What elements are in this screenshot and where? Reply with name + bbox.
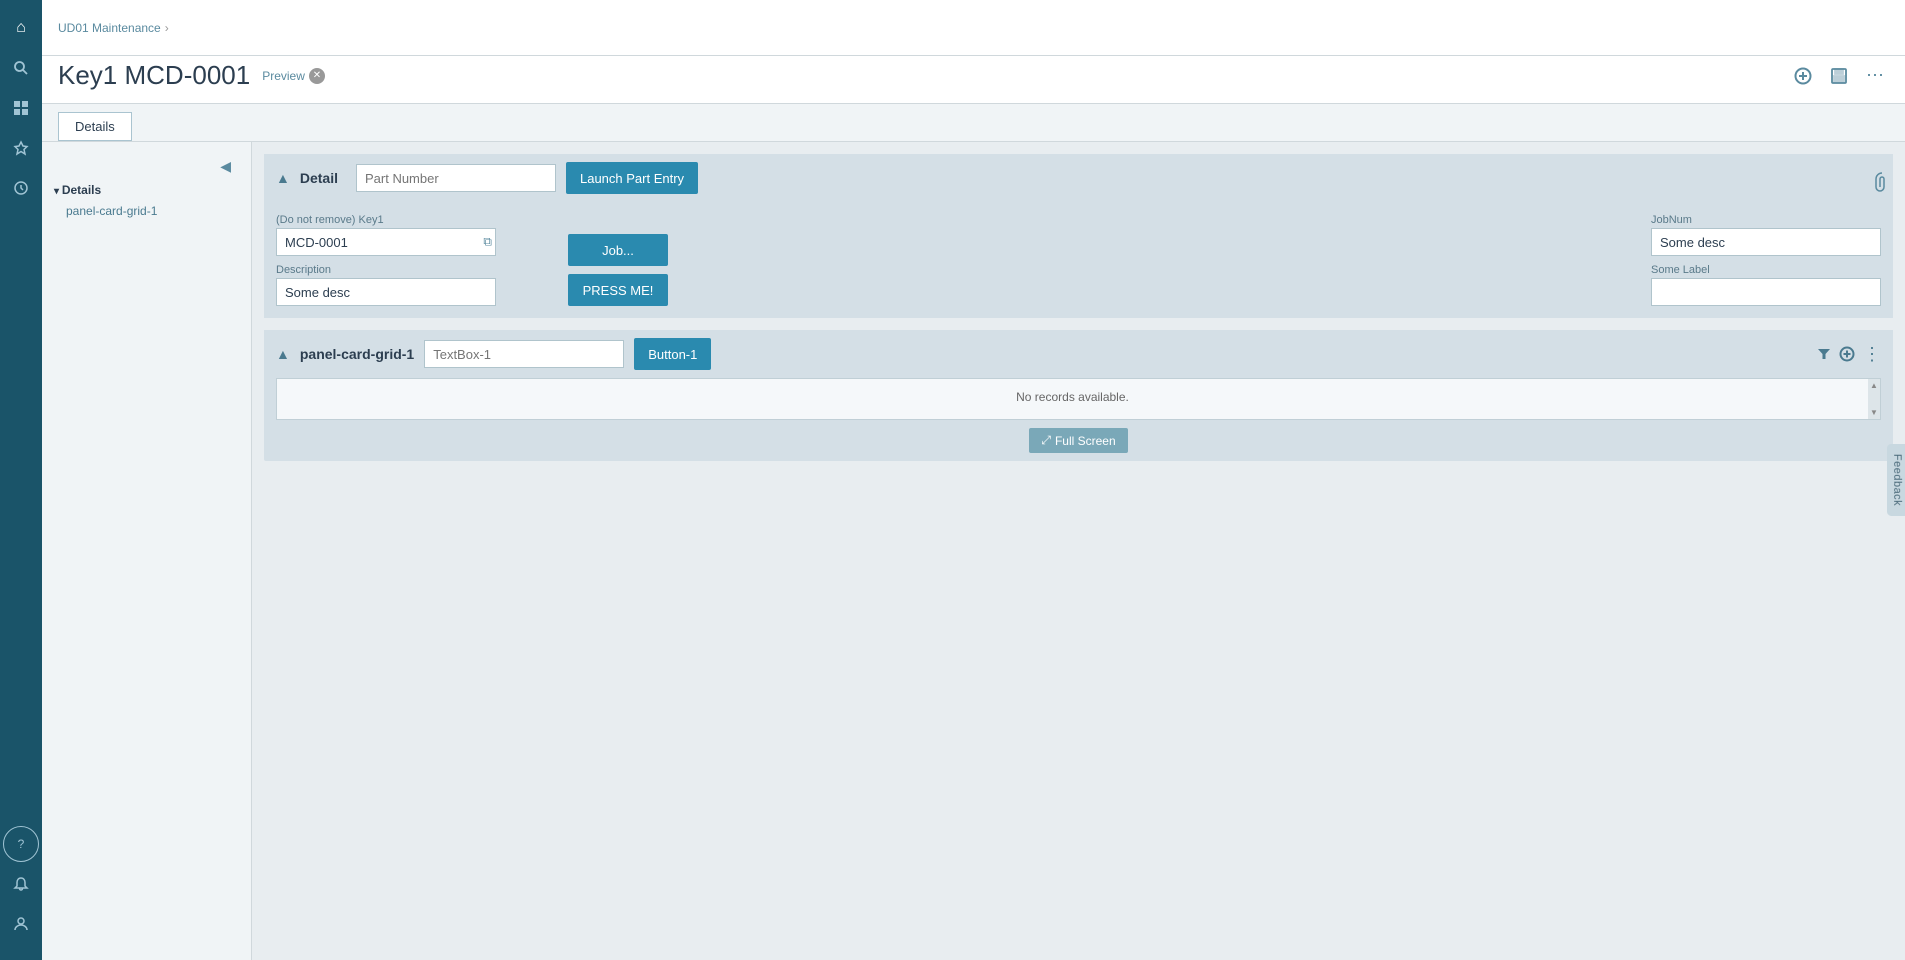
tabs-row: Details xyxy=(42,104,1905,142)
grid-more-icon[interactable]: ⋮ xyxy=(1863,344,1881,365)
add-record-button[interactable] xyxy=(1789,62,1817,90)
tab-details[interactable]: Details xyxy=(58,112,132,141)
main-container: UD01 Maintenance › Key1 MCD-0001 Preview… xyxy=(42,0,1905,960)
textbox-1-input[interactable] xyxy=(424,340,624,368)
scroll-down-arrow[interactable]: ▼ xyxy=(1870,408,1878,417)
fullscreen-button[interactable]: ⤢ Full Screen xyxy=(1029,428,1127,453)
top-header: UD01 Maintenance › xyxy=(42,0,1905,56)
key1-label: (Do not remove) Key1 xyxy=(276,214,496,226)
grid-collapse-icon[interactable]: ▲ xyxy=(276,346,290,362)
nav-panel: ◀ Details panel-card-grid-1 xyxy=(42,142,252,960)
search-icon[interactable] xyxy=(3,50,39,86)
content-area: ◀ Details panel-card-grid-1 ▲ Detail Lau… xyxy=(42,142,1905,960)
preview-close-button[interactable]: ✕ xyxy=(309,68,325,84)
detail-form-row: (Do not remove) Key1 ⧉ Description xyxy=(276,214,1881,306)
sidebar: ⌂ ? xyxy=(0,0,42,960)
breadcrumb-separator: › xyxy=(165,21,169,35)
more-options-button[interactable]: ⋯ xyxy=(1861,62,1889,90)
jobnum-input[interactable] xyxy=(1651,228,1881,256)
home-icon[interactable]: ⌂ xyxy=(3,10,39,46)
launch-part-entry-button[interactable]: Launch Part Entry xyxy=(566,162,698,194)
history-icon[interactable] xyxy=(3,170,39,206)
grid-footer: ⤢ Full Screen xyxy=(264,420,1893,461)
jobnum-label: JobNum xyxy=(1651,214,1881,226)
page-title: Key1 MCD-0001 xyxy=(58,60,250,91)
grid-card-title: panel-card-grid-1 xyxy=(300,346,414,362)
job-button[interactable]: Job... xyxy=(568,234,668,266)
help-icon[interactable]: ? xyxy=(3,826,39,862)
description-input[interactable] xyxy=(276,278,496,306)
star-icon[interactable] xyxy=(3,130,39,166)
grid-card: ▲ panel-card-grid-1 Button-1 xyxy=(264,330,1893,461)
press-me-button[interactable]: PRESS ME! xyxy=(568,274,668,306)
grid-icon[interactable] xyxy=(3,90,39,126)
fullscreen-label: Full Screen xyxy=(1055,434,1116,448)
button-1[interactable]: Button-1 xyxy=(634,338,711,370)
feedback-tab[interactable]: Feedback xyxy=(1887,444,1905,516)
detail-card-header: ▲ Detail Launch Part Entry xyxy=(264,154,1893,202)
scroll-up-arrow[interactable]: ▲ xyxy=(1870,381,1878,390)
key1-input[interactable] xyxy=(276,228,496,256)
notification-icon[interactable] xyxy=(3,866,39,902)
jobnum-field-group: JobNum xyxy=(1651,214,1881,256)
grid-card-header: ▲ panel-card-grid-1 Button-1 xyxy=(264,330,1893,378)
description-label: Description xyxy=(276,264,496,276)
detail-card-body: (Do not remove) Key1 ⧉ Description xyxy=(264,202,1893,318)
filter-icon[interactable] xyxy=(1817,347,1831,361)
breadcrumb-parent[interactable]: UD01 Maintenance xyxy=(58,21,161,35)
some-label-input[interactable] xyxy=(1651,278,1881,306)
copy-icon[interactable]: ⧉ xyxy=(483,235,492,250)
no-records-text: No records available. xyxy=(1016,390,1129,404)
detail-collapse-icon[interactable]: ▲ xyxy=(276,170,290,186)
preview-badge[interactable]: Preview xyxy=(262,69,305,83)
some-label-label: Some Label xyxy=(1651,264,1881,276)
nav-section-details[interactable]: Details xyxy=(42,179,251,201)
some-label-field-group: Some Label xyxy=(1651,264,1881,306)
detail-card-title: Detail xyxy=(300,170,338,186)
detail-card: ▲ Detail Launch Part Entry (Do not remov… xyxy=(264,154,1893,318)
key1-field-group: (Do not remove) Key1 ⧉ xyxy=(276,214,496,256)
grid-header-actions: ⋮ xyxy=(1817,344,1881,365)
nav-collapse-button[interactable]: ◀ xyxy=(220,158,231,175)
main-panel: ▲ Detail Launch Part Entry (Do not remov… xyxy=(252,142,1905,960)
attachment-icon[interactable] xyxy=(1875,172,1889,197)
description-field-group: Description xyxy=(276,264,496,306)
add-row-button[interactable] xyxy=(1839,346,1855,362)
save-button[interactable] xyxy=(1825,62,1853,90)
grid-scrollbar[interactable]: ▲ ▼ xyxy=(1868,379,1880,419)
fullscreen-icon: ⤢ xyxy=(1041,433,1051,448)
user-icon[interactable] xyxy=(3,906,39,942)
grid-table: No records available. ▲ ▼ xyxy=(276,378,1881,420)
nav-item-panel-card-grid-1[interactable]: panel-card-grid-1 xyxy=(42,201,251,221)
part-number-input[interactable] xyxy=(356,164,556,192)
header-actions: ⋯ xyxy=(1789,62,1889,90)
page-title-row: Key1 MCD-0001 Preview ✕ ⋯ xyxy=(42,56,1905,104)
